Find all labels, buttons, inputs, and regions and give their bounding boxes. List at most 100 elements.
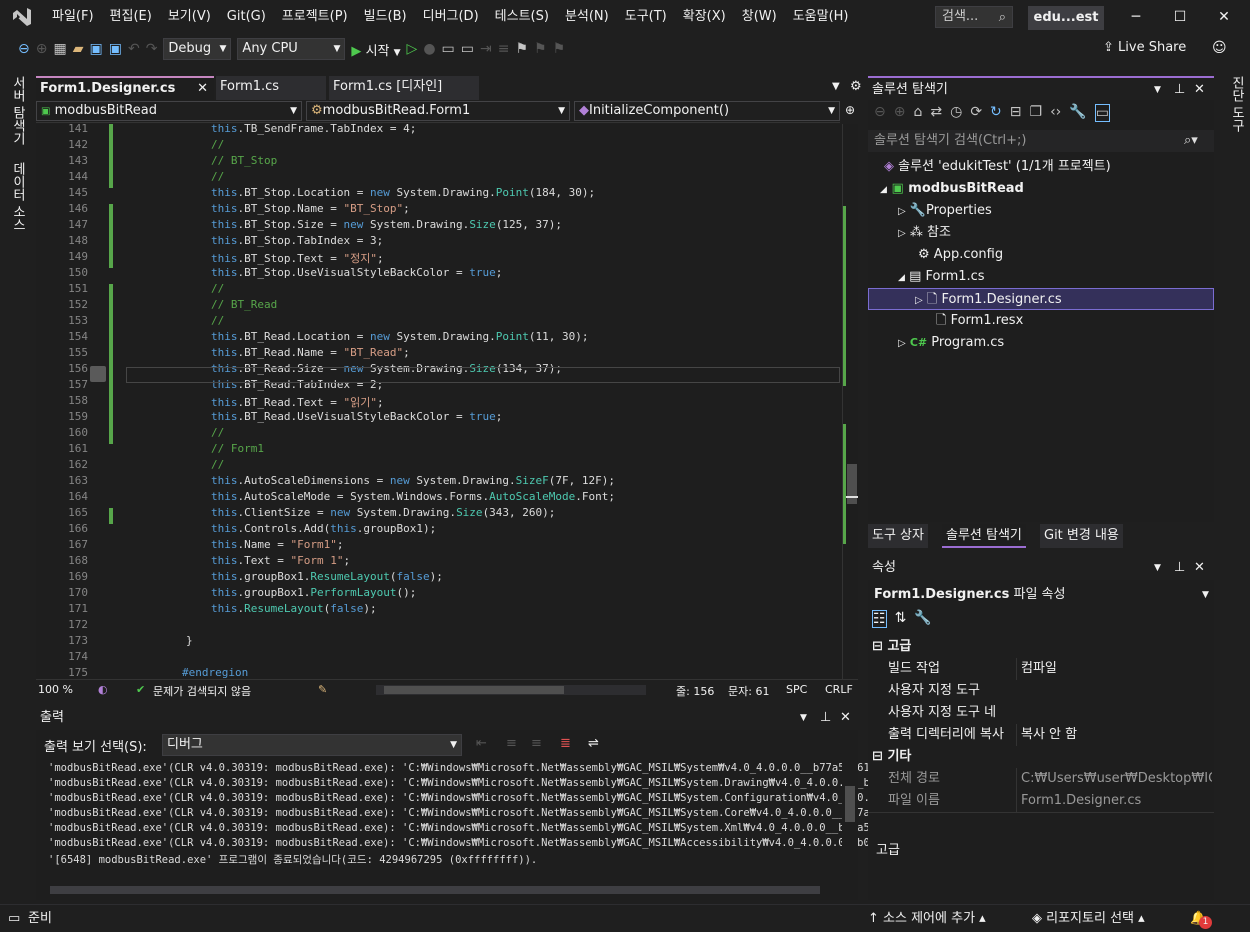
find-message-icon[interactable]: ⇤: [476, 736, 487, 751]
comment-icon[interactable]: ≡: [498, 41, 510, 57]
code-line[interactable]: this.BT_Read.UseVisualStyleBackColor = t…: [211, 410, 502, 423]
tree-item-project[interactable]: ◢ ▣ modbusBitRead: [880, 178, 1024, 200]
preview-icon[interactable]: ▭: [1094, 104, 1110, 122]
tab-solution-explorer[interactable]: 솔루션 탐색기: [942, 524, 1026, 548]
code-line[interactable]: this.BT_Stop.TabIndex = 3;: [211, 234, 383, 247]
menu-item[interactable]: 확장(X): [675, 0, 734, 34]
prev-message-icon[interactable]: ≡: [506, 736, 517, 751]
solution-title-badge[interactable]: edu...est: [1028, 6, 1104, 30]
browse-icon[interactable]: ▭: [442, 41, 455, 57]
properties-wrench-icon[interactable]: 🔧: [1069, 104, 1086, 122]
source-control-button[interactable]: ↑ 소스 제어에 추가 ▴: [868, 905, 986, 932]
close-icon[interactable]: ✕: [1194, 556, 1205, 580]
switch-views-icon[interactable]: ⇄: [930, 104, 942, 122]
live-share-button[interactable]: ⇪ Live Share: [1103, 40, 1186, 55]
collapsed-arrow-icon[interactable]: ▷: [898, 206, 906, 217]
sync-icon[interactable]: ⟳: [970, 104, 982, 122]
collapsed-arrow-icon[interactable]: ▷: [898, 228, 906, 239]
tree-item-form1-designer-cs[interactable]: ▷ 🗋 Form1.Designer.cs: [868, 288, 1214, 310]
code-line[interactable]: this.AutoScaleDimensions = new System.Dr…: [211, 474, 615, 487]
scrollbar-thumb[interactable]: [50, 886, 820, 894]
close-icon[interactable]: ✕: [1194, 78, 1205, 102]
code-line[interactable]: this.TB_SendFrame.TabIndex = 4;: [211, 124, 416, 135]
step-icon[interactable]: ⇥: [480, 41, 492, 57]
property-row[interactable]: 파일 이름 Form1.Designer.cs: [868, 790, 1214, 812]
scrollbar-thumb[interactable]: [845, 786, 855, 822]
solution-search-box[interactable]: 솔루션 탐색기 검색(Ctrl+;) ⌕▾: [868, 130, 1214, 152]
close-button[interactable]: ✕: [1202, 0, 1246, 34]
expanded-arrow-icon[interactable]: ◢: [898, 273, 905, 283]
properties-object-select[interactable]: Form1.Designer.cs 파일 속성 ▼: [868, 584, 1214, 606]
code-line[interactable]: //: [211, 458, 224, 471]
back-icon[interactable]: ⊖: [18, 41, 30, 57]
start-without-debug-icon[interactable]: ▷: [407, 41, 418, 57]
hot-reload-icon[interactable]: ●: [423, 41, 435, 57]
tree-item-form1-resx[interactable]: 🗋 Form1.resx: [936, 310, 1023, 332]
code-line[interactable]: //: [211, 138, 224, 151]
property-row[interactable]: 빌드 작업 컴파일: [868, 658, 1214, 680]
platform-select[interactable]: Any CPU ▼: [237, 38, 346, 60]
minimize-button[interactable]: ─: [1114, 0, 1158, 34]
word-wrap-icon[interactable]: ⇌: [588, 736, 599, 751]
property-row[interactable]: 전체 경로 C:₩Users₩user₩Desktop₩IOT₩: [868, 768, 1214, 790]
code-line[interactable]: // BT_Read: [211, 298, 277, 311]
collapsed-arrow-icon[interactable]: ▷: [898, 338, 906, 349]
code-line[interactable]: this.Controls.Add(this.groupBox1);: [211, 522, 436, 535]
code-line[interactable]: // Form1: [211, 442, 264, 455]
collapse-all-icon[interactable]: ⊟: [1010, 104, 1022, 122]
pin-icon[interactable]: ⊥: [1174, 78, 1185, 102]
code-line[interactable]: this.groupBox1.PerformLayout();: [211, 586, 416, 599]
collapse-icon[interactable]: ⊟: [872, 639, 883, 654]
code-line[interactable]: // BT_Stop: [211, 154, 277, 167]
server-explorer-tab[interactable]: 서버 탐색기: [8, 76, 27, 145]
horizontal-scrollbar[interactable]: [376, 685, 646, 695]
global-search-box[interactable]: 검색... ⌕: [935, 6, 1013, 28]
menu-item[interactable]: 보기(V): [160, 0, 219, 34]
tree-item-app-config[interactable]: ⚙ App.config: [918, 244, 1003, 266]
chevron-down-icon[interactable]: ▼: [1154, 556, 1161, 580]
zoom-level[interactable]: 100 %: [38, 683, 73, 696]
alphabetical-icon[interactable]: ⇅: [895, 610, 907, 628]
code-line[interactable]: #endregion: [182, 666, 248, 679]
next-bookmark-icon[interactable]: ⚑: [553, 41, 566, 57]
output-vertical-scrollbar[interactable]: [842, 760, 858, 886]
output-source-select[interactable]: 디버그 ▼: [162, 734, 462, 756]
line-ending-indicator[interactable]: CRLF: [825, 683, 853, 696]
next-message-icon[interactable]: ≡: [531, 736, 542, 751]
tab-toolbox[interactable]: 도구 상자: [868, 524, 928, 548]
menu-item[interactable]: 빌드(B): [356, 0, 415, 34]
menu-item[interactable]: 편집(E): [102, 0, 160, 34]
menu-item[interactable]: 도움말(H): [785, 0, 857, 34]
code-line[interactable]: this.BT_Stop.Text = "정지";: [211, 250, 384, 266]
new-project-icon[interactable]: ▦: [53, 41, 66, 57]
tab-form1-cs[interactable]: Form1.cs: [216, 76, 326, 100]
start-button[interactable]: ▶ 시작 ▼: [351, 40, 400, 59]
property-value[interactable]: 컴파일: [1016, 658, 1212, 680]
class-dropdown[interactable]: ⚙modbusBitRead.Form1 ▼: [306, 101, 570, 121]
line-indicator[interactable]: 줄: 156: [676, 683, 714, 699]
save-icon[interactable]: ▣: [89, 41, 102, 57]
close-icon[interactable]: ✕: [197, 78, 208, 100]
home-icon[interactable]: ⌂: [913, 104, 922, 122]
property-row[interactable]: 사용자 지정 도구 네: [868, 702, 1214, 724]
collapsed-arrow-icon[interactable]: ▷: [915, 295, 923, 306]
tab-git-changes[interactable]: Git 변경 내용: [1040, 524, 1123, 548]
property-pages-icon[interactable]: 🔧: [914, 610, 931, 628]
clear-all-icon[interactable]: ≣: [560, 736, 571, 751]
brush-icon[interactable]: ✎: [318, 683, 327, 696]
quick-action-icon[interactable]: [90, 366, 106, 382]
prev-bookmark-icon[interactable]: ⚑: [534, 41, 547, 57]
code-line[interactable]: this.ClientSize = new System.Drawing.Siz…: [211, 506, 555, 519]
scrollbar-thumb[interactable]: [384, 686, 564, 694]
bookmark-icon[interactable]: ⚑: [515, 41, 528, 57]
code-editor[interactable]: 141 142 143 144 145 146 147 148 149 150 151 152 153 1…: [36, 124, 858, 679]
code-line[interactable]: this.groupBox1.ResumeLayout(false);: [211, 570, 443, 583]
close-icon[interactable]: ✕: [840, 706, 851, 730]
property-row[interactable]: 사용자 지정 도구: [868, 680, 1214, 702]
pin-icon[interactable]: ⊥: [820, 706, 831, 730]
menu-item[interactable]: 파일(F): [44, 0, 102, 34]
pending-changes-icon[interactable]: ◷: [950, 104, 962, 122]
collapse-icon[interactable]: ⊟: [872, 749, 883, 764]
open-folder-icon[interactable]: ▰: [73, 41, 84, 57]
project-dropdown[interactable]: ▣ modbusBitRead ▼: [36, 101, 302, 121]
